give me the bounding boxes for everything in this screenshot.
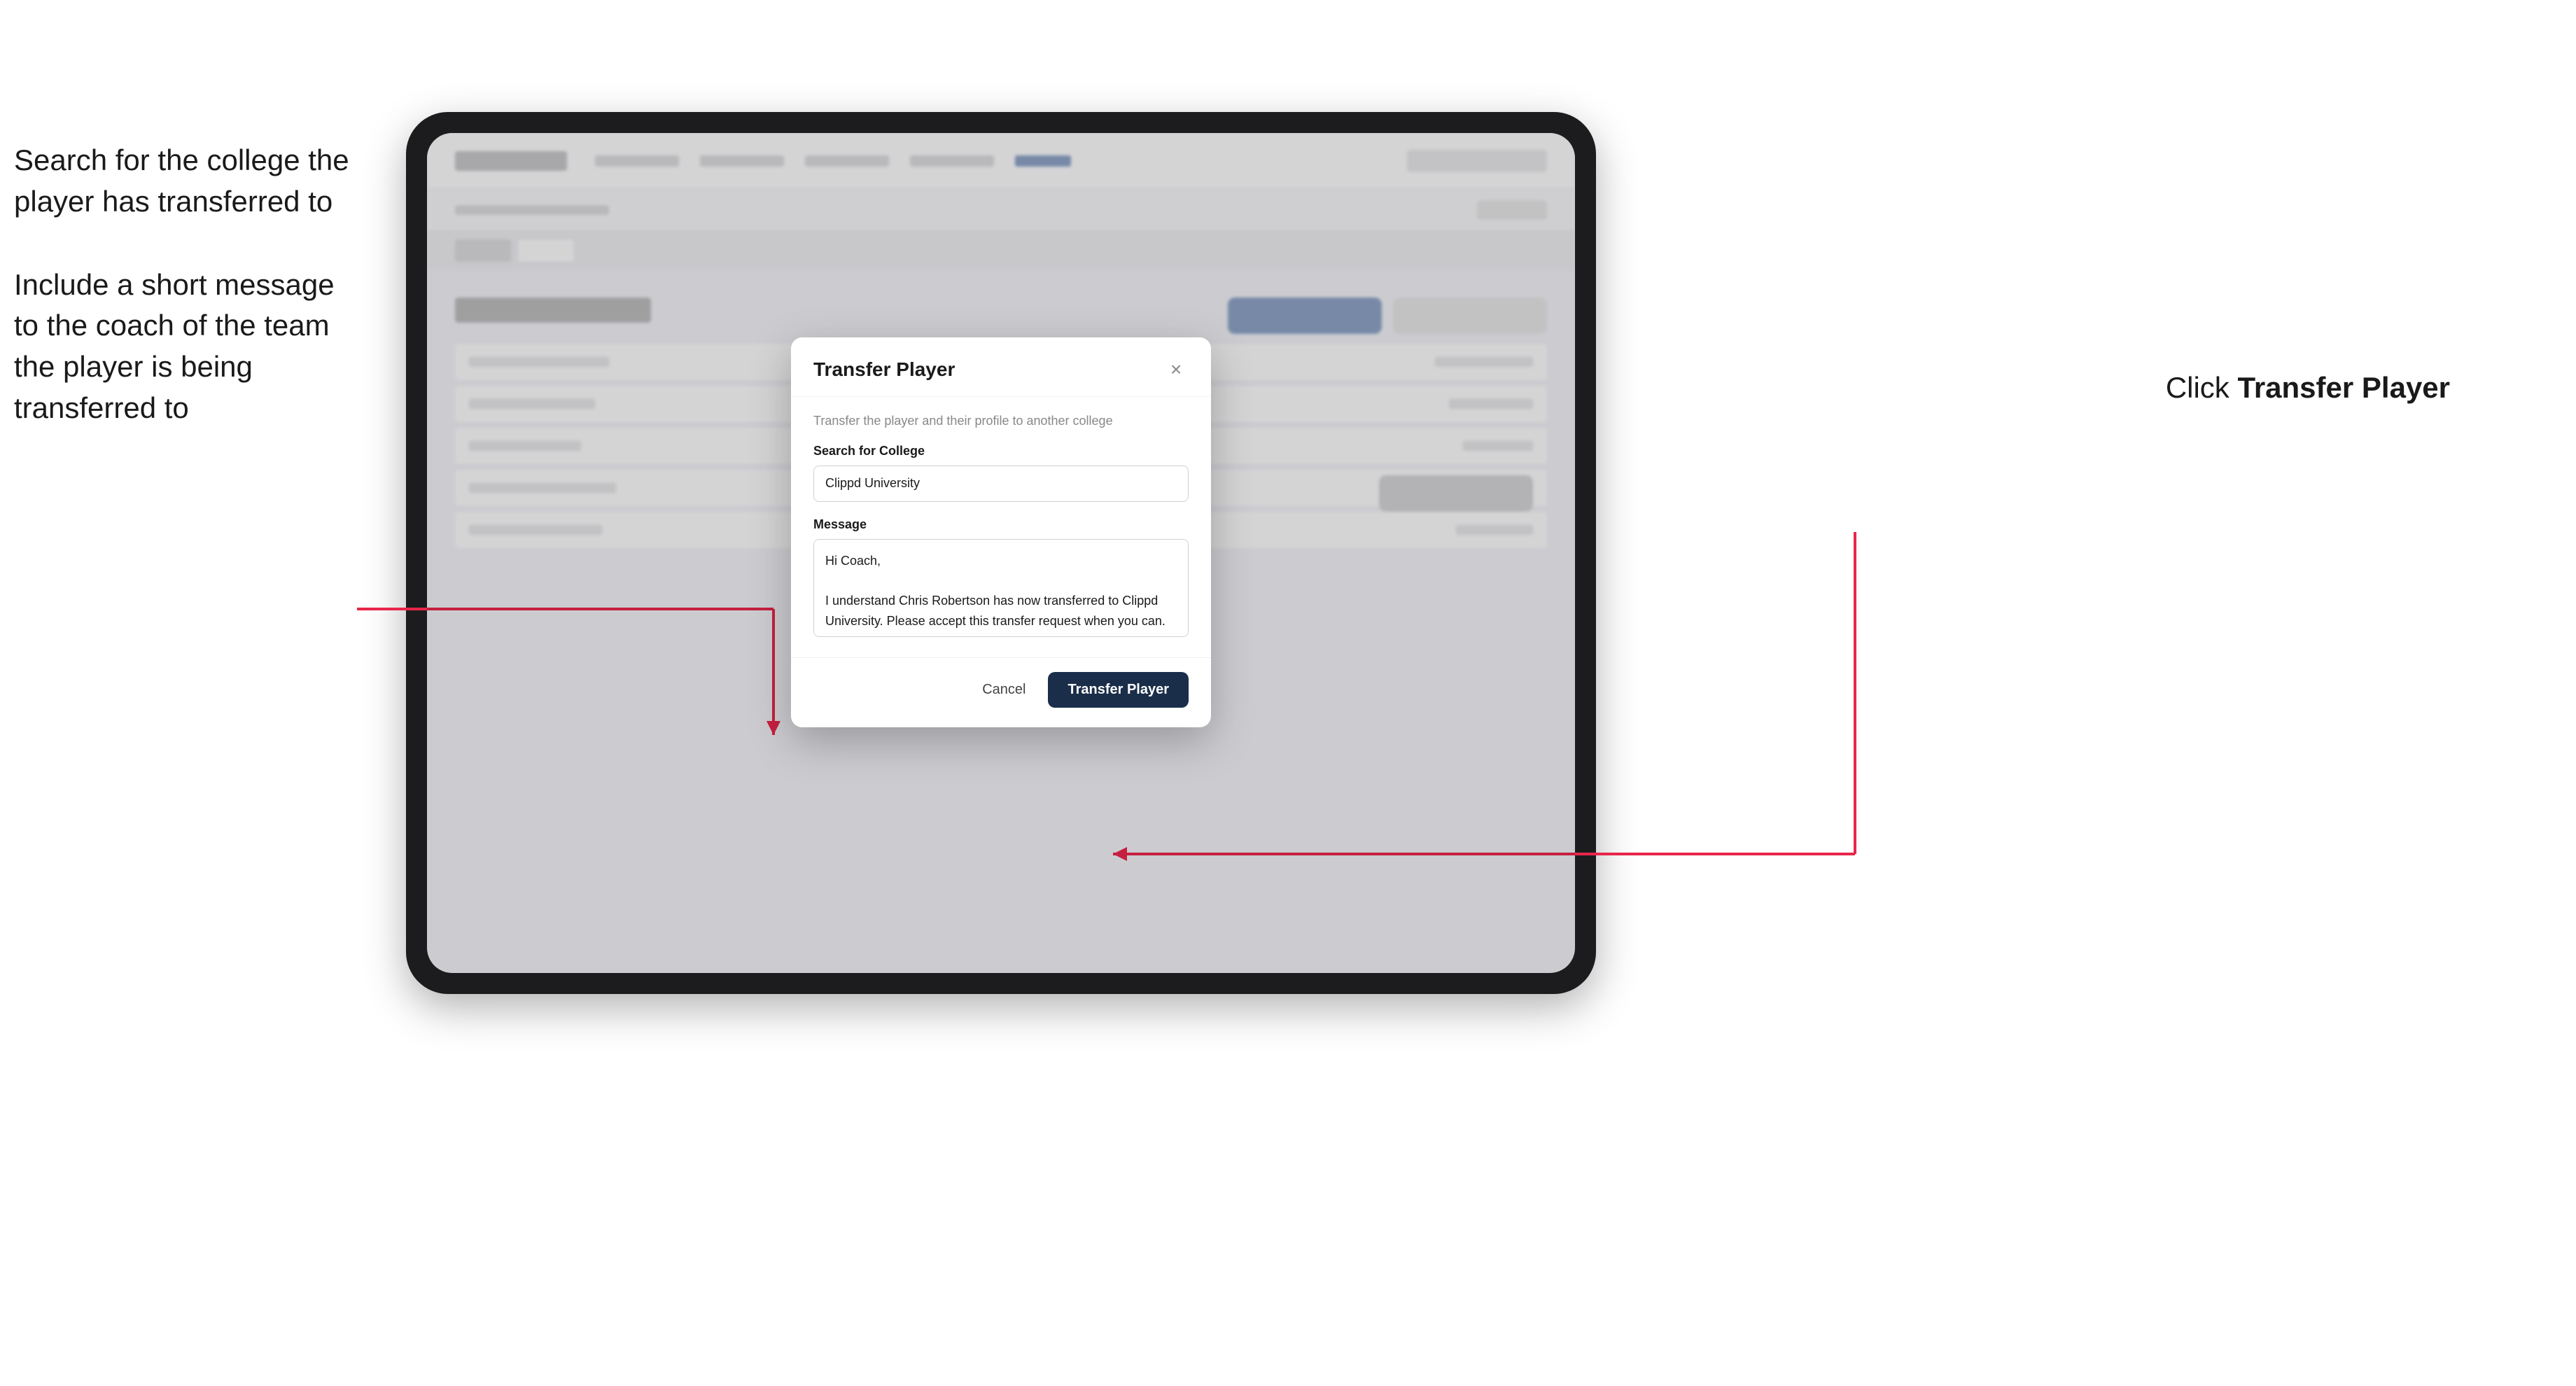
modal-title: Transfer Player [813, 358, 955, 381]
transfer-player-modal: Transfer Player × Transfer the player an… [791, 337, 1211, 727]
close-icon: × [1170, 358, 1182, 381]
modal-close-button[interactable]: × [1163, 357, 1189, 382]
search-college-label: Search for College [813, 444, 1189, 458]
modal-description: Transfer the player and their profile to… [813, 414, 1189, 428]
tablet-screen: Transfer Player × Transfer the player an… [427, 133, 1575, 973]
annotation-click-text: Click [2166, 371, 2238, 404]
transfer-player-button[interactable]: Transfer Player [1048, 672, 1189, 708]
message-label: Message [813, 517, 1189, 532]
tablet-frame: Transfer Player × Transfer the player an… [406, 112, 1596, 994]
annotation-transfer-bold: Transfer Player [2237, 371, 2450, 404]
cancel-button[interactable]: Cancel [971, 675, 1037, 705]
modal-header: Transfer Player × [791, 337, 1211, 397]
message-textarea[interactable]: Hi Coach, I understand Chris Robertson h… [813, 539, 1189, 637]
modal-body: Transfer the player and their profile to… [791, 397, 1211, 657]
modal-overlay: Transfer Player × Transfer the player an… [427, 133, 1575, 973]
annotation-right: Click Transfer Player [2166, 371, 2450, 405]
annotation-left: Search for the college the player has tr… [14, 140, 364, 471]
search-college-input[interactable] [813, 465, 1189, 502]
annotation-search-text: Search for the college the player has tr… [14, 140, 364, 223]
annotation-message-text: Include a short message to the coach of … [14, 265, 364, 429]
modal-footer: Cancel Transfer Player [791, 657, 1211, 727]
